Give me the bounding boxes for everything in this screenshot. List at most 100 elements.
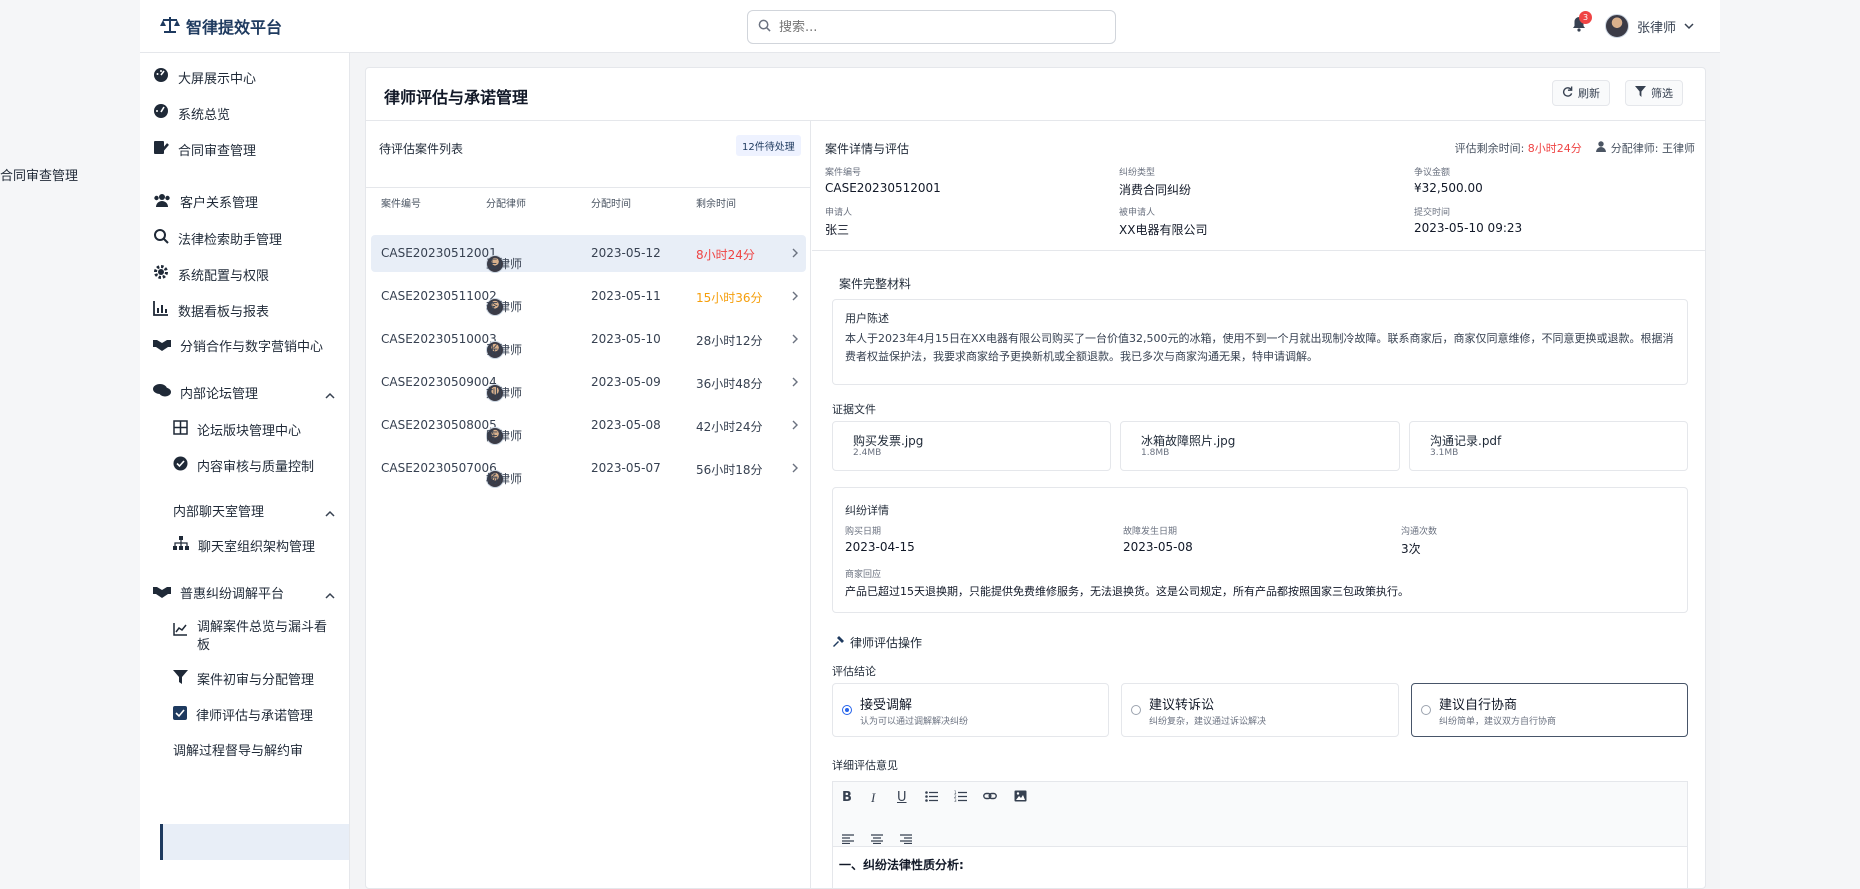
chevron-right-icon — [792, 419, 798, 433]
chevron-right-icon — [792, 247, 798, 261]
col-lawyer: 分配律师 — [486, 199, 526, 210]
refresh-icon — [1562, 86, 1573, 100]
sidebar-item-lawyer-eval[interactable]: 律师评估与承诺管理 — [173, 705, 313, 724]
radio-selected[interactable] — [842, 705, 852, 715]
sidebar-item-dashboard[interactable]: 大屏展示中心 — [153, 67, 256, 87]
field-dispute-type: 纠纷类型 消费合同纠纷 — [1119, 168, 1192, 197]
chevron-right-icon — [792, 333, 798, 347]
page-header: 律师评估与承诺管理 刷新 筛选 — [366, 68, 1705, 121]
field-respondent: 被申请人 XX电器有限公司 — [1119, 208, 1208, 237]
radio[interactable] — [1421, 705, 1431, 715]
scales-icon — [160, 16, 180, 37]
sidebar-item-chatroom-org[interactable]: 聊天室组织架构管理 — [173, 536, 315, 555]
conclusion-label: 评估结论 — [832, 665, 876, 678]
statement-box: 用户陈述 本人于2023年4月15日在XX电器有限公司购买了一台价值32,500… — [832, 299, 1688, 385]
option-litigation[interactable]: 建议转诉讼 纠纷复杂，建议通过诉讼解决 — [1121, 683, 1399, 737]
chevron-up-icon[interactable] — [325, 506, 335, 520]
chevron-down-icon — [1684, 19, 1694, 34]
dashboard-icon — [153, 67, 169, 87]
sidebar-active-indicator — [160, 824, 349, 860]
sidebar-item-legal-search[interactable]: 法律检索助手管理 — [153, 228, 282, 248]
table-row[interactable]: CASE20230509004 刘律师 2023-05-09 36小时48分 — [371, 364, 806, 402]
editor-heading: 一、纠纷法律性质分析: — [839, 858, 964, 872]
comments-icon — [153, 383, 171, 402]
table-row[interactable]: CASE20230511002 李律师 2023-05-11 15小时36分 — [371, 278, 806, 316]
opinion-label: 详细评估意见 — [832, 759, 898, 772]
assigned-lawyer: 分配律师: 王律师 — [1610, 142, 1695, 155]
chevron-right-icon — [792, 376, 798, 390]
svg-text:3: 3 — [954, 798, 957, 802]
option-negotiate[interactable]: 建议自行协商 纠纷简单，建议双方自行协商 — [1411, 683, 1688, 737]
page-title: 律师评估与承诺管理 — [384, 88, 529, 107]
file-item[interactable]: 沟通记录.pdf 3.1MB — [1409, 421, 1688, 471]
underline-icon[interactable]: U — [897, 790, 907, 805]
bullet-list-icon[interactable] — [925, 791, 938, 806]
field-applicant: 申请人 张三 — [825, 208, 853, 237]
users-icon — [153, 193, 171, 211]
case-list-title: 待评估案件列表 — [379, 142, 464, 156]
image-icon[interactable] — [1014, 790, 1027, 806]
radio[interactable] — [1131, 705, 1141, 715]
evidence-title: 证据文件 — [832, 403, 876, 416]
pending-badge: 12件待处理 — [736, 135, 801, 156]
refresh-button[interactable]: 刷新 — [1552, 80, 1610, 106]
sidebar-item-mediation[interactable]: 普惠纠纷调解平台 — [153, 583, 284, 602]
chevron-up-icon[interactable] — [325, 388, 335, 402]
chevron-up-icon[interactable] — [325, 588, 335, 602]
sidebar-item-crm[interactable]: 客户关系管理 — [153, 192, 258, 211]
table-row[interactable]: CASE20230508005 陈律师 2023-05-08 42小时24分 — [371, 407, 806, 445]
sidebar-item-case-assignment[interactable]: 案件初审与分配管理 — [173, 669, 314, 688]
col-case-id: 案件编号 — [381, 199, 421, 210]
align-center-icon[interactable] — [871, 833, 883, 848]
align-left-icon[interactable] — [842, 833, 854, 848]
chevron-right-icon — [792, 462, 798, 476]
sidebar-item-overview[interactable]: 系统总览 — [153, 103, 230, 123]
sidebar-item-mediation-supervision[interactable]: 调解过程督导与解约审 — [173, 740, 303, 759]
sidebar-item-chatroom[interactable]: 内部聊天室管理 — [173, 501, 264, 520]
search-input[interactable] — [779, 19, 1079, 35]
table-row[interactable]: CASE20230507006 杨律师 2023-05-07 56小时18分 — [371, 450, 806, 488]
field-submit-time: 提交时间 2023-05-10 09:23 — [1414, 208, 1523, 235]
sidebar-item-forum-sections[interactable]: 论坛版块管理中心 — [173, 420, 301, 439]
top-bar: 智律提效平台 3 张律师 — [140, 0, 1720, 53]
dispute-box: 纠纷详情 购买日期 2023-04-15 故障发生日期 2023-05-08 沟通次… — [832, 487, 1688, 613]
editor-toolbar: B I U 123 — [832, 781, 1688, 847]
col-remain: 剩余时间 — [696, 199, 736, 210]
numbered-list-icon[interactable]: 123 — [954, 790, 967, 806]
sidebar-item-content-review[interactable]: 内容审核与质量控制 — [173, 456, 314, 475]
table-row[interactable]: CASE20230512001 王律师 2023-05-12 8小时24分 — [371, 235, 806, 273]
gear-icon — [153, 264, 169, 284]
filter-button[interactable]: 筛选 — [1625, 80, 1683, 106]
bold-icon[interactable]: B — [842, 790, 852, 805]
sidebar-item-distribution[interactable]: 分销合作与数字营销中心 — [153, 336, 323, 355]
chevron-right-icon — [792, 290, 798, 304]
materials-title: 案件完整材料 — [839, 277, 912, 291]
user-icon — [1595, 141, 1606, 155]
remaining-time: 8小时24分 — [1527, 142, 1582, 155]
file-item[interactable]: 冰箱故障照片.jpg 1.8MB — [1120, 421, 1400, 471]
align-right-icon[interactable] — [900, 833, 912, 848]
brand[interactable]: 智律提效平台 — [160, 14, 282, 38]
sidebar-item-reports[interactable]: 数据看板与报表 — [153, 300, 269, 320]
col-date: 分配时间 — [591, 199, 631, 210]
search-box[interactable] — [747, 10, 1116, 44]
opinion-editor[interactable]: 一、纠纷法律性质分析: — [832, 847, 1688, 888]
italic-icon[interactable]: I — [871, 790, 875, 806]
contract-icon — [153, 139, 169, 159]
link-icon[interactable] — [983, 790, 997, 806]
filter-icon — [1635, 86, 1646, 100]
search-icon — [758, 19, 771, 35]
sidebar-item-contract[interactable]: 合同审查管理 — [153, 139, 256, 159]
line-chart-icon — [173, 622, 188, 640]
notification-badge: 3 — [1579, 11, 1592, 24]
file-item[interactable]: 购买发票.jpg 2.4MB — [832, 421, 1111, 471]
table-row[interactable]: CASE20230510003 张律师 2023-05-10 28小时12分 — [371, 321, 806, 359]
sidebar-item-settings[interactable]: 系统配置与权限 — [153, 264, 269, 284]
evidence-files: 购买发票.jpg 2.4MB 冰箱故障照片.jpg 1.8MB 沟通记录.pdf… — [832, 421, 1688, 473]
field-amount: 争议金额 ¥32,500.00 — [1414, 168, 1483, 195]
user-menu[interactable]: 张律师 — [1605, 14, 1694, 38]
option-accept[interactable]: 接受调解 认为可以通过调解解决纠纷 — [832, 683, 1109, 737]
sidebar-tooltip: 合同审查管理 — [0, 169, 79, 184]
sidebar-item-case-overview[interactable]: 调解案件总览与漏斗看板 — [173, 619, 333, 655]
sidebar-item-forum[interactable]: 内部论坛管理 — [153, 383, 258, 402]
